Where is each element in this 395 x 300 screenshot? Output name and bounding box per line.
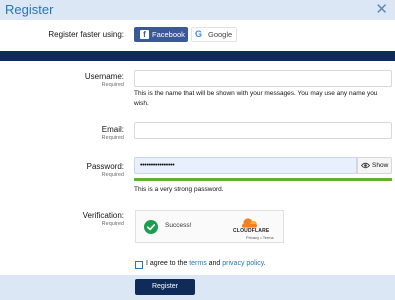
agree-prefix: I agree to the xyxy=(146,260,190,267)
privacy-policy-link[interactable]: privacy policy xyxy=(222,260,264,267)
dialog-footer: Register xyxy=(0,275,395,300)
username-required: Required xyxy=(101,82,124,88)
agree-middle: and xyxy=(206,260,223,267)
dialog-header: Register ✕ xyxy=(0,0,395,20)
cloudflare-wordmark: CLOUDFLARE xyxy=(233,228,270,234)
password-input[interactable]: •••••••••••••••• xyxy=(134,157,357,174)
password-strength-meter xyxy=(134,178,392,181)
cloudflare-privacy-link[interactable]: Privacy xyxy=(246,235,259,240)
register-form: Username: Required This is the name that… xyxy=(0,61,395,275)
dialog-title: Register xyxy=(5,2,54,17)
verification-label: Verification: xyxy=(82,211,124,220)
cloudflare-links: Privacy • Terms xyxy=(246,235,274,240)
cloudflare-terms-link[interactable]: Terms xyxy=(263,235,274,240)
captcha-status: Success! xyxy=(165,222,192,229)
google-button[interactable]: G Google xyxy=(191,27,237,42)
terms-link[interactable]: terms xyxy=(189,260,207,267)
username-label: Username: xyxy=(84,72,124,81)
password-strength-text: This is a very strong password. xyxy=(134,186,224,193)
facebook-icon: f xyxy=(140,30,149,39)
password-label: Password: xyxy=(86,162,124,171)
social-register-row: Register faster using: f Facebook G Goog… xyxy=(0,20,395,50)
password-required: Required xyxy=(101,172,124,178)
email-required: Required xyxy=(101,135,124,141)
social-register-label: Register faster using: xyxy=(48,30,124,39)
username-input[interactable] xyxy=(134,70,392,87)
password-strength-fill xyxy=(134,178,392,181)
facebook-label: Facebook xyxy=(152,30,185,39)
google-icon: G xyxy=(195,29,203,39)
show-password-button[interactable]: Show xyxy=(357,157,392,174)
register-button[interactable]: Register xyxy=(135,279,195,295)
agree-suffix: . xyxy=(263,260,266,267)
facebook-button[interactable]: f Facebook xyxy=(134,27,188,42)
google-label: Google xyxy=(208,30,233,39)
email-label: Email: xyxy=(101,125,124,134)
show-password-label: Show xyxy=(372,162,389,169)
agree-checkbox[interactable] xyxy=(135,261,143,269)
success-check-icon xyxy=(144,220,158,234)
captcha-widget[interactable]: Success! CLOUDFLARE Privacy • Terms xyxy=(135,210,284,243)
cloudflare-logo-icon xyxy=(242,218,257,228)
verification-required: Required xyxy=(101,221,124,227)
close-icon[interactable]: ✕ xyxy=(375,1,388,19)
username-hint: This is the name that will be shown with… xyxy=(134,90,378,107)
eye-icon xyxy=(361,162,370,169)
divider-bar xyxy=(0,51,395,61)
agree-text: I agree to the terms and privacy policy. xyxy=(146,260,266,267)
email-input[interactable] xyxy=(134,122,392,139)
